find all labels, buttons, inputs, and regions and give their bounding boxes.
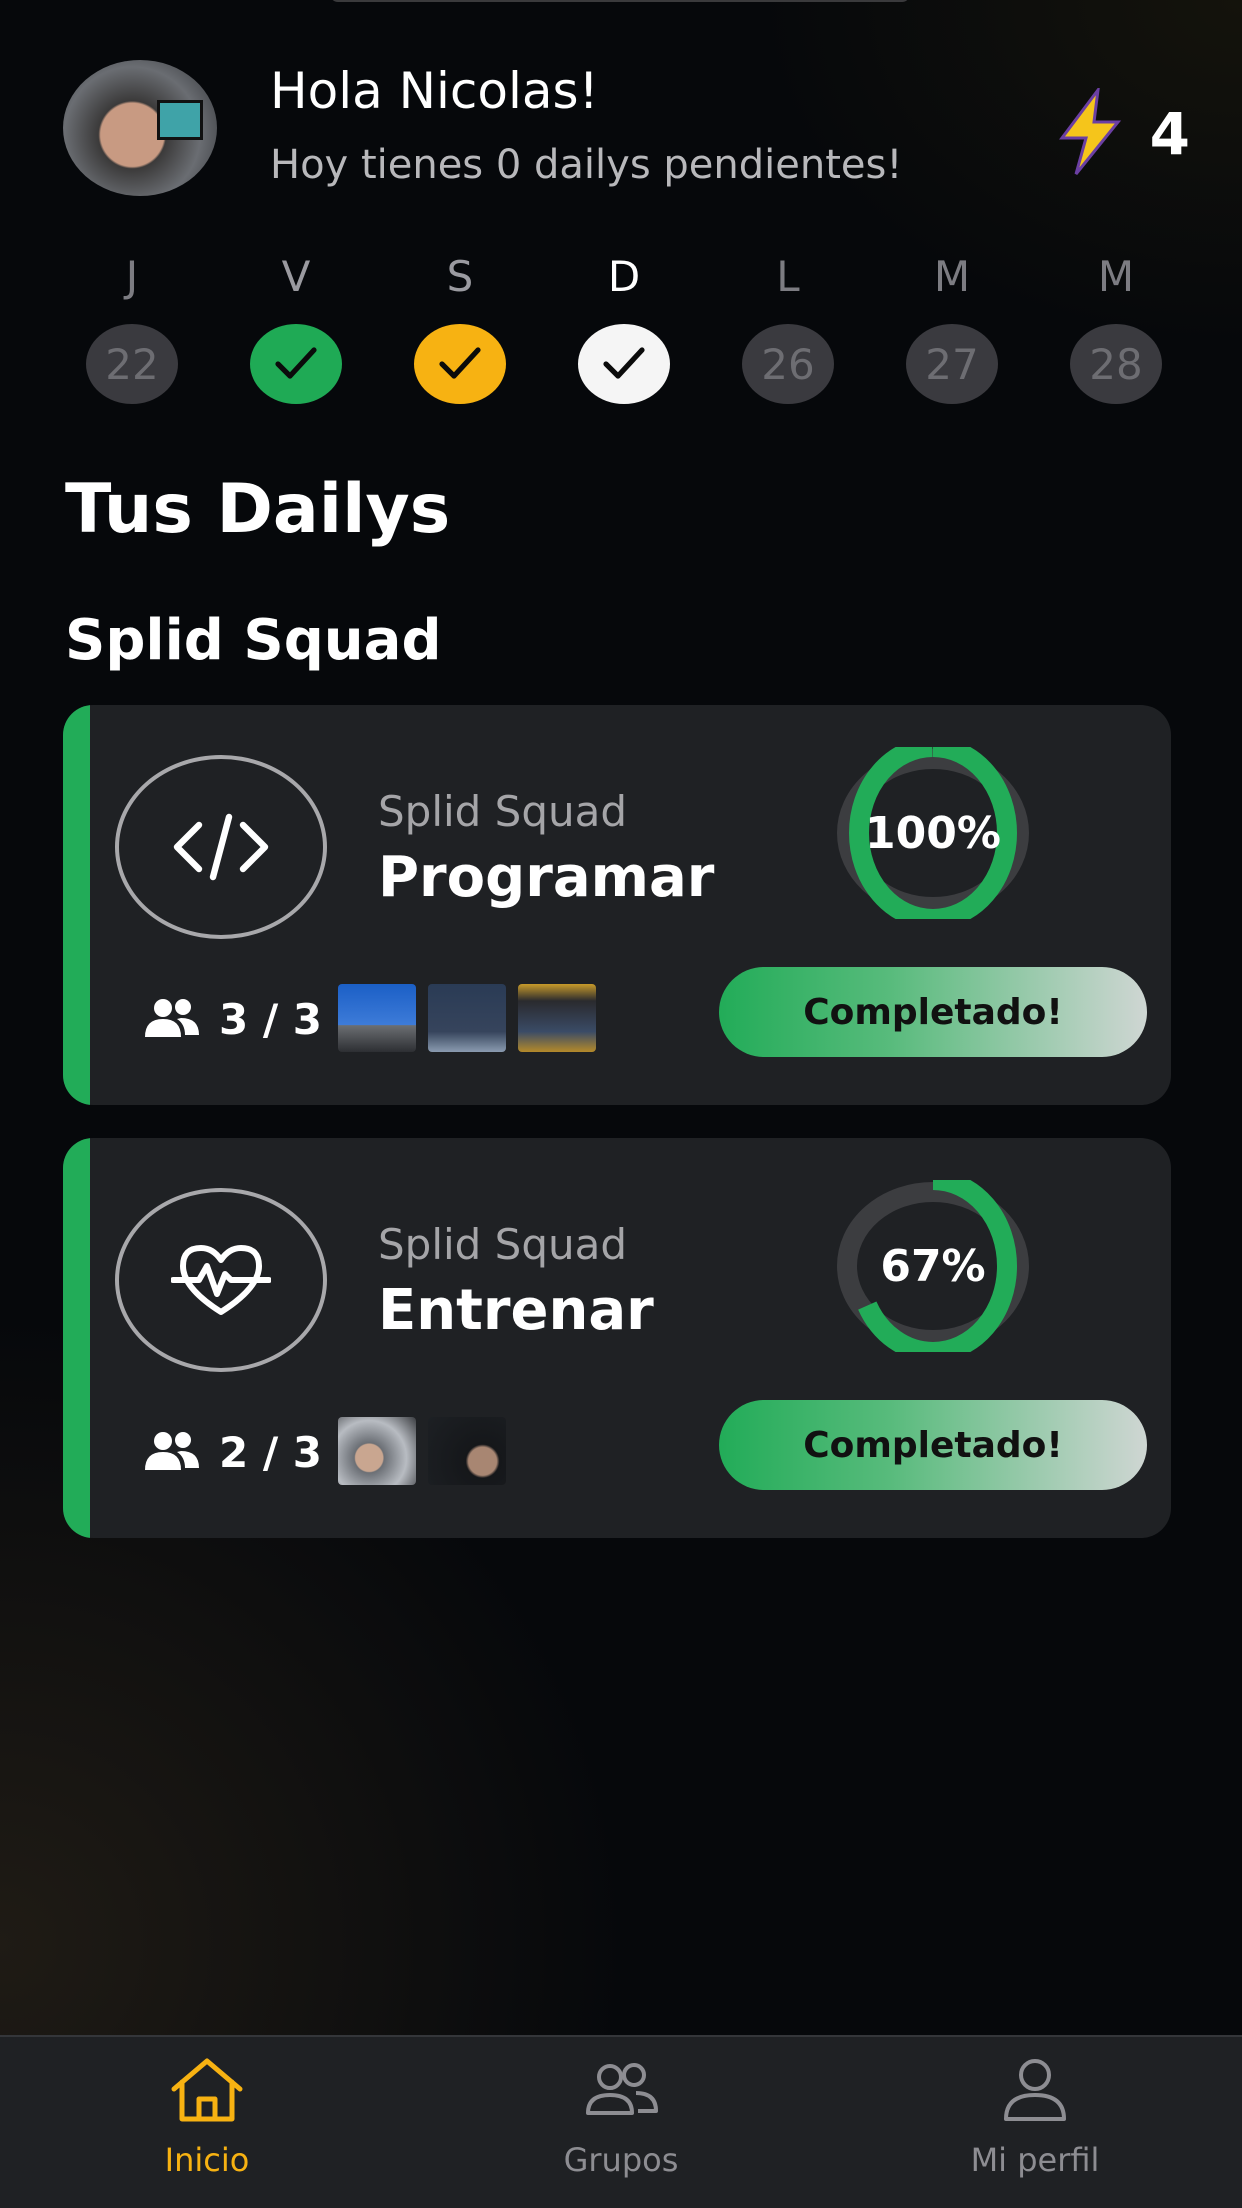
group-icon xyxy=(580,2055,662,2129)
pending-dailys-text: Hoy tienes 0 dailys pendientes! xyxy=(270,142,903,188)
nav-home[interactable]: Inicio xyxy=(0,2037,414,2208)
members-count: 2 / 3 xyxy=(219,1428,323,1477)
completed-button[interactable]: Completado! xyxy=(719,967,1147,1057)
progress-label: 67% xyxy=(880,1240,986,1292)
daily-name: Entrenar xyxy=(378,1278,654,1343)
section-title: Tus Dailys xyxy=(65,470,451,549)
week-strip: J 22 V S D L 26 M 27 M 28 xyxy=(52,252,1196,404)
day-tuesday[interactable]: M 27 xyxy=(872,252,1032,404)
proof-photo[interactable] xyxy=(428,984,506,1052)
day-number: 26 xyxy=(742,324,834,404)
proof-photo[interactable] xyxy=(518,984,596,1052)
day-thursday[interactable]: J 22 xyxy=(52,252,212,404)
heartbeat-icon xyxy=(115,1188,327,1372)
group-title: Splid Squad xyxy=(65,608,442,673)
day-monday[interactable]: L 26 xyxy=(708,252,868,404)
code-icon xyxy=(115,755,327,939)
home-icon xyxy=(166,2055,248,2129)
day-sunday[interactable]: D xyxy=(544,252,704,404)
daily-card-programar[interactable]: Splid Squad Programar 100% 3 / 3 Complet… xyxy=(63,705,1171,1105)
proof-photo[interactable] xyxy=(338,1417,416,1485)
proof-thumbnails xyxy=(338,1417,506,1485)
progress-label: 100% xyxy=(865,807,1001,859)
members-indicator: 2 / 3 xyxy=(141,1428,322,1477)
day-wednesday[interactable]: M 28 xyxy=(1036,252,1196,404)
check-icon xyxy=(414,324,506,404)
daily-group: Splid Squad xyxy=(378,1220,628,1269)
day-number: 28 xyxy=(1070,324,1162,404)
nav-home-label: Inicio xyxy=(164,2141,250,2179)
check-icon xyxy=(250,324,342,404)
check-icon xyxy=(578,324,670,404)
daily-name: Programar xyxy=(378,845,715,910)
nav-groups[interactable]: Grupos xyxy=(414,2037,828,2208)
streak-count: 4 xyxy=(1149,100,1190,168)
day-letter: D xyxy=(607,252,641,301)
nav-profile[interactable]: Mi perfil xyxy=(828,2037,1242,2208)
day-letter: M xyxy=(1097,252,1135,301)
proof-photo[interactable] xyxy=(428,1417,506,1485)
proof-photo[interactable] xyxy=(338,984,416,1052)
proof-thumbnails xyxy=(338,984,596,1052)
day-number: 22 xyxy=(86,324,178,404)
members-count: 3 / 3 xyxy=(219,995,323,1044)
members-indicator: 3 / 3 xyxy=(141,995,322,1044)
users-icon xyxy=(141,1430,203,1476)
status-bar xyxy=(63,1138,90,1538)
user-icon xyxy=(994,2055,1076,2129)
nav-profile-label: Mi perfil xyxy=(970,2141,1100,2179)
day-letter: L xyxy=(776,252,800,301)
daily-group: Splid Squad xyxy=(378,787,628,836)
lightning-icon xyxy=(1050,84,1130,180)
status-bar xyxy=(63,705,90,1105)
nav-groups-label: Grupos xyxy=(563,2141,679,2179)
users-icon xyxy=(141,997,203,1043)
progress-ring: 100% xyxy=(833,737,1033,929)
bottom-nav: Inicio Grupos Mi perfil xyxy=(0,2035,1242,2208)
completed-button[interactable]: Completado! xyxy=(719,1400,1147,1490)
device-notch xyxy=(330,0,910,2)
day-letter: S xyxy=(446,252,474,301)
greeting: Hola Nicolas! xyxy=(270,62,599,120)
day-number: 27 xyxy=(906,324,998,404)
day-saturday[interactable]: S xyxy=(380,252,540,404)
day-letter: V xyxy=(281,252,311,301)
daily-card-entrenar[interactable]: Splid Squad Entrenar 67% 2 / 3 Completad… xyxy=(63,1138,1171,1538)
avatar[interactable] xyxy=(63,60,217,196)
streak-counter[interactable]: 4 xyxy=(1050,84,1190,180)
day-letter: M xyxy=(933,252,971,301)
day-friday[interactable]: V xyxy=(216,252,376,404)
day-letter: J xyxy=(125,252,139,301)
progress-ring: 67% xyxy=(833,1170,1033,1362)
